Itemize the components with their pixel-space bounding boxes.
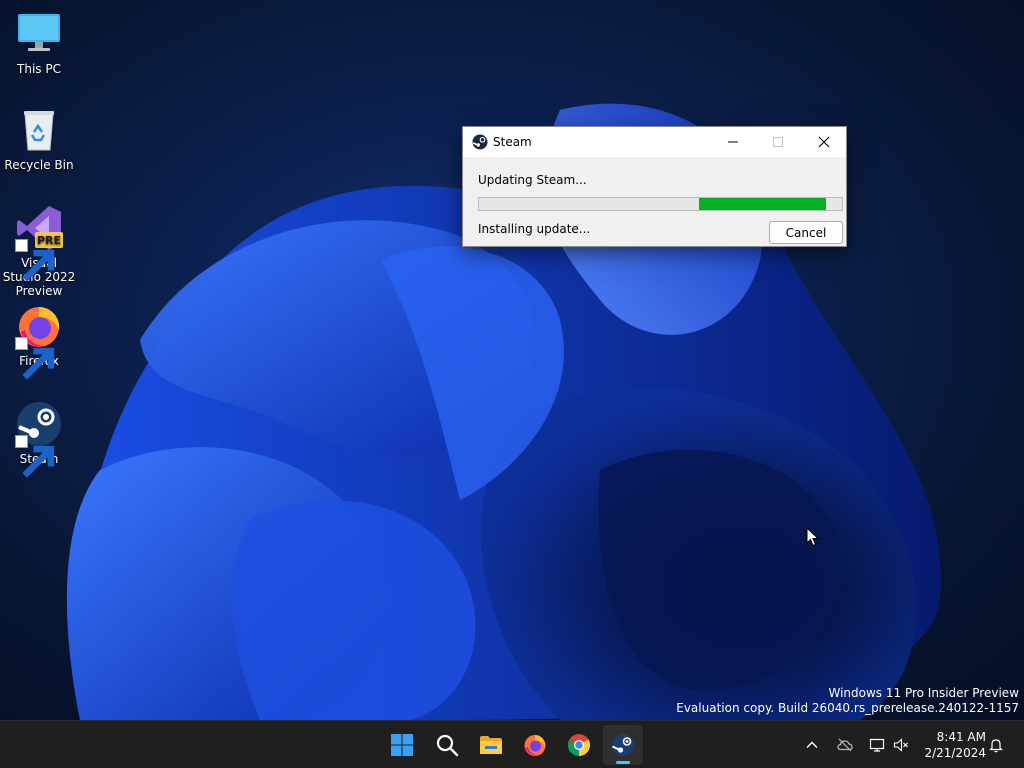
volume-tray-icon[interactable] <box>889 733 913 757</box>
shortcut-arrow-icon <box>15 337 55 380</box>
search-button[interactable] <box>427 725 467 765</box>
watermark-line-2: Evaluation copy. Build 26040.rs_prerelea… <box>676 701 1019 715</box>
desktop-icon-recycle-bin[interactable]: Recycle Bin <box>2 106 76 172</box>
volume-muted-icon <box>893 738 908 752</box>
recycle-bin-icon <box>24 111 54 151</box>
chrome-taskbar-button[interactable] <box>559 725 599 765</box>
clock-date: 2/21/2024 <box>924 746 986 760</box>
maximize-icon <box>773 137 783 147</box>
taskbar: 8:41 AM 2/21/2024 <box>0 720 1024 768</box>
evaluation-watermark: Windows 11 Pro Insider Preview Evaluatio… <box>676 686 1019 716</box>
onedrive-tray-icon[interactable] <box>833 733 857 757</box>
desktop-icon-label: Recycle Bin <box>4 158 74 172</box>
close-button[interactable] <box>801 127 847 157</box>
shortcut-arrow-icon <box>15 435 55 478</box>
chrome-icon <box>568 734 590 756</box>
dialog-body: Updating Steam... Installing update... C… <box>463 157 846 246</box>
network-tray-icon[interactable] <box>865 733 889 757</box>
desktop-icon-this-pc[interactable]: This PC <box>2 10 76 76</box>
maximize-button <box>755 127 801 157</box>
watermark-line-1: Windows 11 Pro Insider Preview <box>828 686 1019 700</box>
desktop-icon-label: This PC <box>17 62 61 76</box>
cancel-button[interactable]: Cancel <box>769 221 843 244</box>
close-icon <box>818 136 830 148</box>
taskbar-clock[interactable]: 8:41 AM 2/21/2024 <box>916 729 986 761</box>
desktop-icon-steam[interactable]: Steam <box>2 400 76 478</box>
wallpaper-bloom <box>66 103 941 720</box>
chevron-up-icon <box>806 741 818 748</box>
firefox-icon <box>524 735 546 756</box>
update-progress-bar <box>478 197 843 211</box>
dialog-title: Steam <box>493 135 532 149</box>
folder-icon <box>480 736 502 754</box>
mouse-pointer-icon <box>806 527 820 547</box>
steam-update-dialog[interactable]: Steam Updating Steam... Installing updat… <box>462 126 847 247</box>
dialog-titlebar[interactable]: Steam <box>463 127 846 157</box>
shortcut-arrow-icon <box>15 239 55 282</box>
cloud-offline-icon <box>837 738 853 752</box>
notifications-button[interactable] <box>984 733 1008 757</box>
running-indicator <box>616 761 630 764</box>
bell-icon <box>989 739 1003 753</box>
firefox-taskbar-button[interactable] <box>515 725 555 765</box>
progress-fill <box>698 198 826 210</box>
desktop[interactable]: This PC Recycle Bin PRE Visual Studio 20… <box>0 0 1024 720</box>
start-button[interactable] <box>382 725 422 765</box>
desktop-icon-visual-studio[interactable]: PRE Visual Studio 2022 Preview <box>2 204 76 298</box>
update-detail-text: Installing update... <box>478 222 591 236</box>
steam-icon <box>612 734 634 756</box>
minimize-icon <box>728 141 738 143</box>
network-icon <box>869 738 885 752</box>
update-status-text: Updating Steam... <box>478 173 587 187</box>
minimize-button[interactable] <box>710 127 756 157</box>
file-explorer-button[interactable] <box>471 725 511 765</box>
clock-time: 8:41 AM <box>936 730 986 744</box>
windows-logo-icon <box>391 734 413 756</box>
search-icon <box>436 734 459 757</box>
steam-icon <box>472 134 488 150</box>
steam-taskbar-button[interactable] <box>603 725 643 765</box>
show-hidden-icons-button[interactable] <box>800 733 824 757</box>
desktop-icon-firefox[interactable]: Firefox <box>2 302 76 380</box>
monitor-icon <box>18 14 60 51</box>
